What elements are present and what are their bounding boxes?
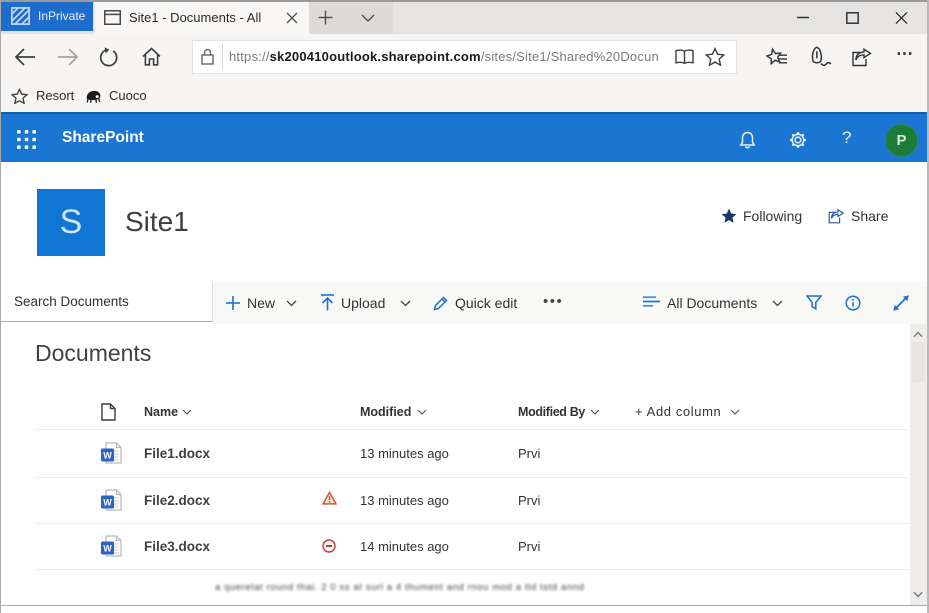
svg-text:W: W xyxy=(103,497,112,507)
svg-text:W: W xyxy=(103,543,112,553)
svg-text:W: W xyxy=(103,450,112,460)
